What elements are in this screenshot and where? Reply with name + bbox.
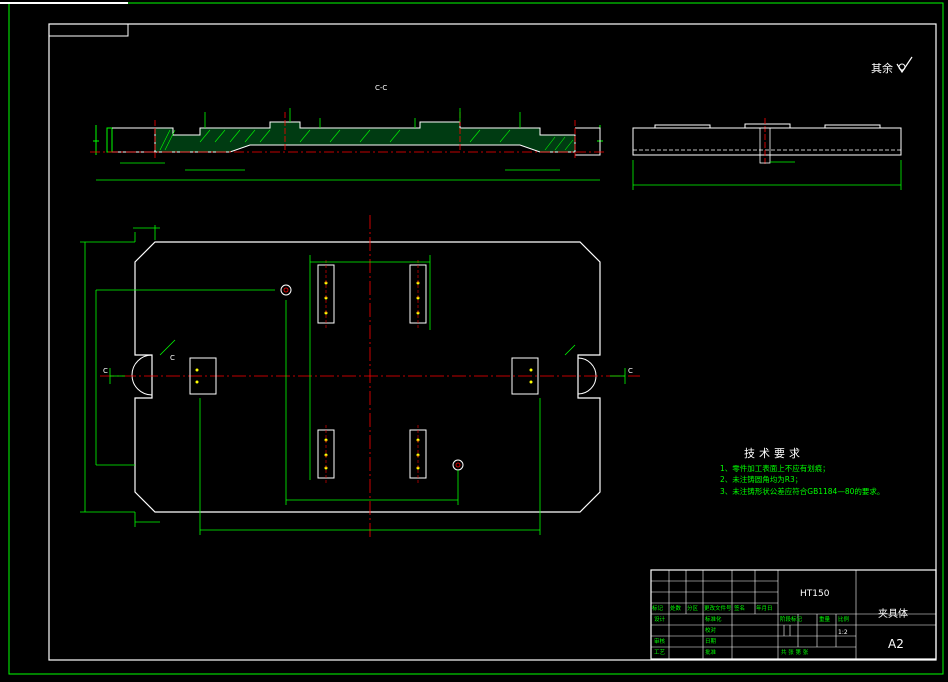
stage-label: 重量 — [819, 615, 831, 623]
plan-view: C C C — [80, 215, 640, 540]
side-view — [632, 118, 902, 190]
row-label: 日期 — [705, 638, 717, 645]
surface-note-text: 其余 — [871, 61, 893, 75]
sheets-text: 共 张 第 张 — [781, 648, 809, 656]
tech-item: 1、零件加工表面上不应有划痕； — [720, 463, 830, 473]
header-cell: 年月日 — [756, 604, 773, 612]
section-label: C-C — [375, 84, 387, 92]
section-mark-top: C — [170, 354, 175, 362]
row-label: 审核 — [654, 637, 666, 645]
part-name-text: 夹具体 — [878, 607, 908, 620]
row-label: 校对 — [705, 626, 717, 634]
header-cell: 处数 — [670, 604, 682, 612]
tech-heading: 技术要求 — [744, 447, 804, 460]
row-label: 设计 — [654, 615, 666, 623]
row-label: 工艺 — [654, 649, 666, 656]
stage-label: 比例 — [838, 615, 850, 623]
header-cell: 标记 — [652, 604, 664, 612]
tech-requirements: 技术要求 1、零件加工表面上不应有划痕； 2、未注铸圆角均为R3； 3、未注铸形… — [720, 447, 884, 496]
pad-holes — [195, 281, 533, 470]
cad-drawing: 其余 C-C C C C 技术要求 1、零件加工表面上不应有划痕； 2、未注铸圆… — [0, 2, 944, 675]
stage-label: 阶段标记 — [780, 615, 803, 623]
header-cell: 签名 — [734, 604, 745, 612]
row-label: 标准化 — [705, 615, 722, 623]
tech-item: 3、未注铸形状公差应符合GB1184—80的要求。 — [720, 486, 884, 496]
locating-hole-bottom — [452, 459, 464, 471]
mounting-pads — [189, 264, 539, 479]
section-marks: C C C — [103, 354, 633, 375]
scale-text: 1:2 — [838, 629, 848, 636]
section-mark-right: C — [628, 367, 633, 375]
header-cell: 分区 — [687, 604, 699, 612]
section-mark-left: C — [103, 367, 108, 375]
surface-roughness-note: 其余 — [871, 56, 913, 75]
roughness-symbol-icon — [896, 56, 913, 74]
material-text: HT150 — [800, 589, 830, 599]
section-view — [90, 108, 605, 181]
locating-hole-top — [280, 284, 292, 296]
section-hatch — [154, 121, 576, 153]
dimension-lines — [80, 225, 626, 535]
title-block: HT150 夹具体 A2 1:2 标记 处数 分区 更改文件号 签名 年月日 设… — [650, 569, 937, 660]
sheet-size-text: A2 — [888, 637, 904, 651]
tech-item: 2、未注铸圆角均为R3； — [720, 474, 802, 484]
header-cell: 更改文件号 — [704, 604, 732, 612]
row-label: 批准 — [705, 648, 717, 656]
drawing-sheet: 其余 C-C C C C 技术要求 1、零件加工表面上不应有划痕； 2、未注铸圆… — [0, 0, 948, 678]
plate-outline — [134, 241, 601, 513]
drawing-frame — [0, 2, 944, 675]
